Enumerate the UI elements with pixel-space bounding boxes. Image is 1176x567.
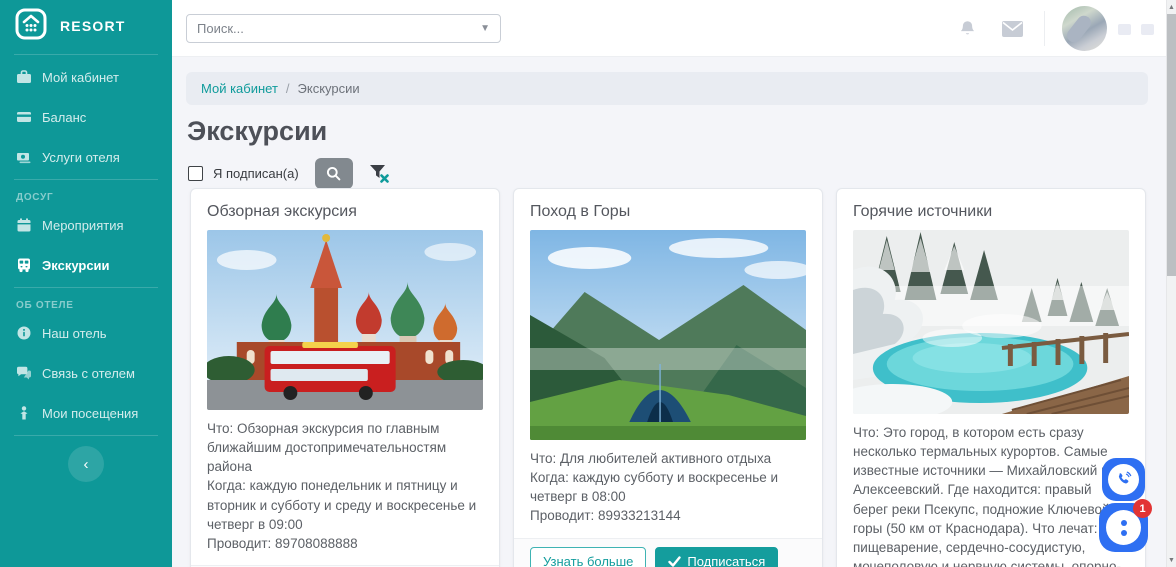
excursion-cards-grid: Обзорная экскурсия Что: Обзорная экскурс… [190, 188, 1146, 567]
brand-logo[interactable]: RESORT [0, 0, 172, 52]
person-icon [20, 406, 28, 420]
user-avatar[interactable] [1062, 6, 1107, 51]
filter-remove-icon [369, 165, 389, 183]
subscribed-checkbox-label: Я подписан(а) [213, 165, 299, 181]
sidebar-item-excursions[interactable]: Экскурсии [0, 245, 172, 285]
card-description: Что: Это город, в котором есть сразу нес… [853, 425, 1121, 567]
brand-name: RESORT [60, 18, 126, 34]
notifications-bell-icon[interactable] [958, 19, 977, 43]
card-image-mountains-tent [530, 230, 806, 440]
scroll-up-arrow-icon[interactable]: ▲ [1167, 1, 1176, 13]
excursion-card-overview-tour: Обзорная экскурсия Что: Обзорная экскурс… [190, 188, 500, 567]
card-image-st-basils-cathedral-red-bus [207, 230, 483, 410]
sidebar: RESORT Мой кабинет Баланс Услуги отеля Д… [0, 0, 172, 567]
dot [1120, 529, 1127, 536]
sidebar-item-label: Мои посещения [42, 405, 139, 421]
excursion-card-hot-springs: Горячие источники Что: Это город, в кото… [836, 188, 1146, 567]
sidebar-nav: Мой кабинет Баланс Услуги отеля ДОСУГ Ме… [0, 57, 172, 482]
sidebar-item-my-visits[interactable]: Мои посещения [0, 393, 172, 433]
sidebar-item-label: Мероприятия [42, 217, 124, 233]
page-scrollbar[interactable]: ▲ ▼ [1166, 0, 1176, 567]
comments-icon [17, 366, 31, 380]
card-title: Обзорная экскурсия [207, 203, 357, 220]
sidebar-item-our-hotel[interactable]: Наш отель [0, 313, 172, 353]
global-search-dropdown[interactable]: ▼ [186, 14, 501, 43]
sidebar-section-about-hotel: ОБ ОТЕЛЕ [16, 300, 74, 311]
card-title: Горячие источники [853, 203, 993, 220]
search-icon [327, 166, 341, 180]
credit-card-icon [17, 112, 31, 122]
scroll-down-arrow-icon[interactable]: ▼ [1167, 554, 1176, 566]
apply-search-button[interactable] [314, 157, 353, 189]
chevron-down-icon: ▼ [480, 23, 490, 34]
sidebar-item-balance[interactable]: Баланс [0, 97, 172, 137]
callback-widget-button[interactable] [1102, 458, 1145, 501]
sidebar-item-label: Мой кабинет [42, 69, 119, 85]
sidebar-item-label: Наш отель [42, 325, 107, 341]
info-icon [17, 326, 31, 340]
top-header: ▼ [172, 0, 1176, 57]
chat-unread-badge: 1 [1133, 499, 1152, 518]
sidebar-item-label: Связь с отелем [42, 365, 135, 381]
bus-icon [18, 258, 30, 273]
button-label: Подписаться [687, 553, 766, 567]
messages-envelope-icon[interactable] [1002, 21, 1023, 42]
page-title: Экскурсии [187, 116, 328, 146]
breadcrumb-current: Экскурсии [297, 81, 360, 96]
username-placeholder-block [1118, 24, 1131, 35]
breadcrumb-separator: / [285, 81, 290, 96]
phone-icon [1108, 464, 1139, 495]
subscribed-checkbox[interactable] [188, 165, 203, 181]
breadcrumb: Мой кабинет / Экскурсии [186, 72, 1148, 105]
card-description: Что: Обзорная экскурсия по главным ближа… [207, 421, 477, 551]
chevron-left-icon: ‹ [83, 455, 89, 473]
header-divider [1044, 11, 1045, 46]
sidebar-item-my-cabinet[interactable]: Мой кабинет [0, 57, 172, 97]
sidebar-divider [14, 435, 158, 436]
dot [1120, 519, 1127, 526]
sidebar-item-label: Баланс [42, 109, 87, 125]
clear-filter-button[interactable] [367, 161, 391, 185]
sidebar-divider [14, 287, 158, 288]
breadcrumb-link-my-cabinet[interactable]: Мой кабинет [201, 81, 278, 96]
check-icon [668, 555, 682, 567]
sidebar-item-contact-hotel[interactable]: Связь с отелем [0, 353, 172, 393]
calendar-icon [17, 218, 31, 232]
subscribe-button[interactable]: Подписаться [655, 546, 779, 567]
filter-row: Я подписан(а) [188, 157, 391, 189]
card-image-hot-springs [853, 230, 1129, 414]
sidebar-collapse-button[interactable]: ‹ [68, 446, 104, 482]
sidebar-item-label: Экскурсии [42, 257, 110, 273]
search-input[interactable] [197, 21, 481, 36]
resort-house-icon [14, 7, 48, 46]
card-footer: Узнать больше Подписаться [514, 537, 822, 567]
excursion-card-mountain-hike: Поход в Горы Что: Для любителей активног… [513, 188, 823, 567]
sidebar-section-leisure: ДОСУГ [16, 192, 54, 203]
sidebar-divider [14, 179, 158, 180]
avatar-figure [1064, 12, 1094, 46]
card-description: Что: Для любителей активного отдыха Когд… [530, 451, 779, 524]
sidebar-item-label: Услуги отеля [42, 149, 120, 165]
learn-more-button[interactable]: Узнать больше [530, 546, 647, 567]
card-title: Поход в Горы [530, 203, 631, 220]
sidebar-item-events[interactable]: Мероприятия [0, 205, 172, 245]
sidebar-divider [14, 54, 158, 55]
briefcase-icon [17, 70, 31, 83]
cash-icon [17, 153, 31, 164]
sidebar-item-hotel-services[interactable]: Услуги отеля [0, 137, 172, 177]
scrollbar-thumb[interactable] [1167, 14, 1176, 276]
username-placeholder-block [1141, 24, 1154, 35]
